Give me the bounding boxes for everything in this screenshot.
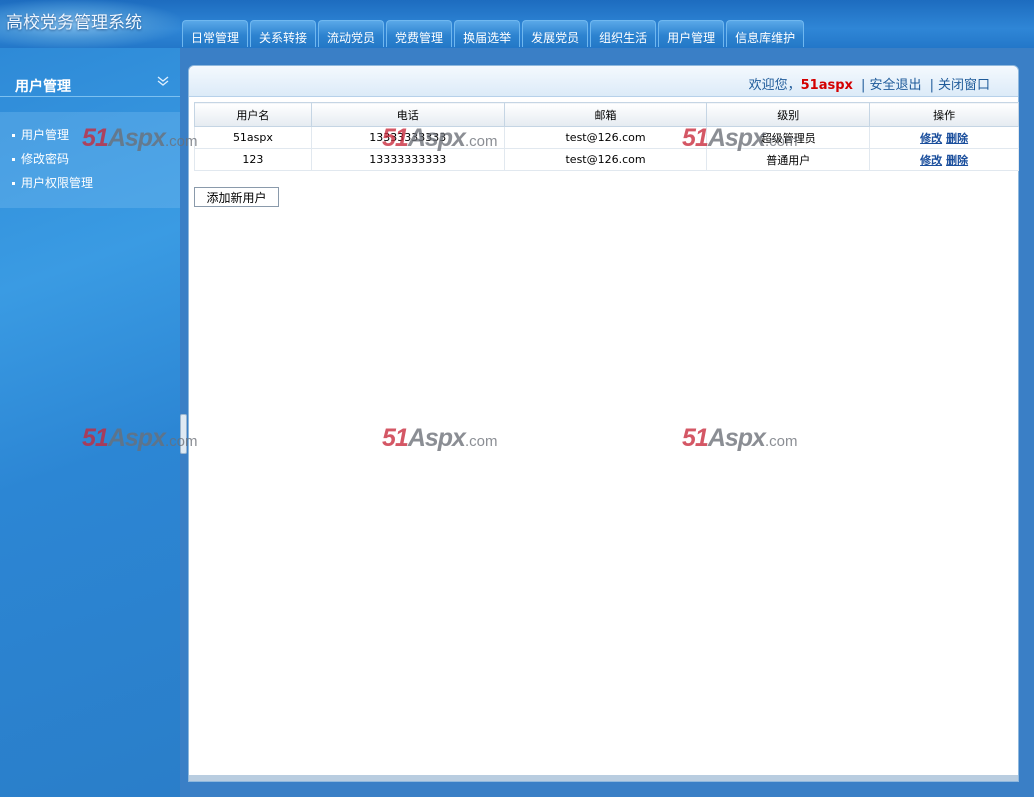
sidebar-title: 用户管理 (15, 79, 71, 95)
top-nav: 日常管理 关系转接 流动党员 党费管理 换届选举 发展党员 组织生活 用户管理 … (182, 20, 806, 48)
cell-actions: 修改 删除 (869, 148, 1019, 171)
nav-tab-daily[interactable]: 日常管理 (182, 20, 249, 47)
sidebar-item-label: 用户管理 (21, 128, 70, 142)
bullet-icon (12, 182, 15, 185)
separator: | (929, 78, 934, 93)
welcome-bar: 欢迎您，51aspx | 安全退出 | 关闭窗口 (749, 74, 990, 93)
bullet-icon (12, 158, 15, 161)
nav-tab-election[interactable]: 换届选举 (454, 20, 521, 47)
cell-username: 51aspx (194, 126, 312, 149)
sidebar-item-permissions[interactable]: 用户权限管理 (12, 174, 93, 191)
sidebar-header: 用户管理 (0, 66, 180, 97)
logout-link[interactable]: 安全退出 (869, 78, 921, 93)
current-user: 51aspx (800, 78, 853, 93)
chevron-down-icon[interactable] (156, 74, 170, 88)
table-header-row: 用户名 电话 邮箱 级别 操作 (194, 102, 1019, 127)
table-row: 51aspx 13333333333 test@126.com 超级管理员 修改… (194, 126, 1019, 149)
cell-level: 超级管理员 (706, 126, 871, 149)
cell-level: 普通用户 (706, 148, 871, 171)
column-header-email: 邮箱 (503, 102, 708, 127)
nav-tab-info-maintenance[interactable]: 信息库维护 (726, 20, 805, 47)
separator: | (861, 78, 866, 93)
sidebar-item-label: 用户权限管理 (21, 176, 94, 190)
cell-email: test@126.com (503, 126, 708, 149)
nav-tab-org-life[interactable]: 组织生活 (590, 20, 657, 47)
nav-tab-dues[interactable]: 党费管理 (386, 20, 453, 47)
sidebar-collapse-handle[interactable] (180, 414, 187, 454)
sidebar: 用户管理 用户管理 修改密码 用户权限管理 (0, 48, 180, 797)
delete-link[interactable]: 删除 (946, 154, 968, 167)
cell-email: test@126.com (503, 148, 708, 171)
main-topbar: 欢迎您，51aspx | 安全退出 | 关闭窗口 (189, 66, 1018, 97)
bullet-icon (12, 134, 15, 137)
header-bar: 高校党务管理系统 日常管理 关系转接 流动党员 党费管理 换届选举 发展党员 组… (0, 0, 1034, 48)
column-header-actions: 操作 (869, 102, 1019, 127)
column-header-level: 级别 (706, 102, 871, 127)
cell-username: 123 (194, 148, 312, 171)
edit-link[interactable]: 修改 (920, 154, 942, 167)
column-header-username: 用户名 (194, 102, 312, 127)
main-panel: 欢迎您，51aspx | 安全退出 | 关闭窗口 用户名 电话 邮箱 级别 操作 5… (188, 65, 1019, 782)
sidebar-item-user-management[interactable]: 用户管理 (12, 126, 69, 143)
nav-tab-mobile-members[interactable]: 流动党员 (318, 20, 385, 47)
welcome-text: 欢迎您， (748, 78, 801, 93)
app-title: 高校党务管理系统 (6, 13, 142, 33)
cell-actions: 修改 删除 (869, 126, 1019, 149)
edit-link[interactable]: 修改 (920, 132, 942, 145)
close-window-link[interactable]: 关闭窗口 (938, 78, 990, 93)
nav-tab-user-management[interactable]: 用户管理 (658, 20, 725, 47)
sidebar-menu: 用户管理 修改密码 用户权限管理 (0, 112, 180, 208)
cell-phone: 13333333333 (310, 148, 505, 171)
main-panel-footer (189, 775, 1018, 781)
sidebar-item-change-password[interactable]: 修改密码 (12, 150, 69, 167)
delete-link[interactable]: 删除 (946, 132, 968, 145)
column-header-phone: 电话 (310, 102, 505, 127)
sidebar-item-label: 修改密码 (21, 152, 70, 166)
table-row: 123 13333333333 test@126.com 普通用户 修改 删除 (194, 148, 1019, 171)
users-table: 用户名 电话 邮箱 级别 操作 51aspx 13333333333 test@… (194, 102, 1019, 171)
add-user-button[interactable]: 添加新用户 (194, 187, 279, 207)
nav-tab-develop-members[interactable]: 发展党员 (522, 20, 589, 47)
nav-tab-transfer[interactable]: 关系转接 (250, 20, 317, 47)
cell-phone: 13333333333 (310, 126, 505, 149)
